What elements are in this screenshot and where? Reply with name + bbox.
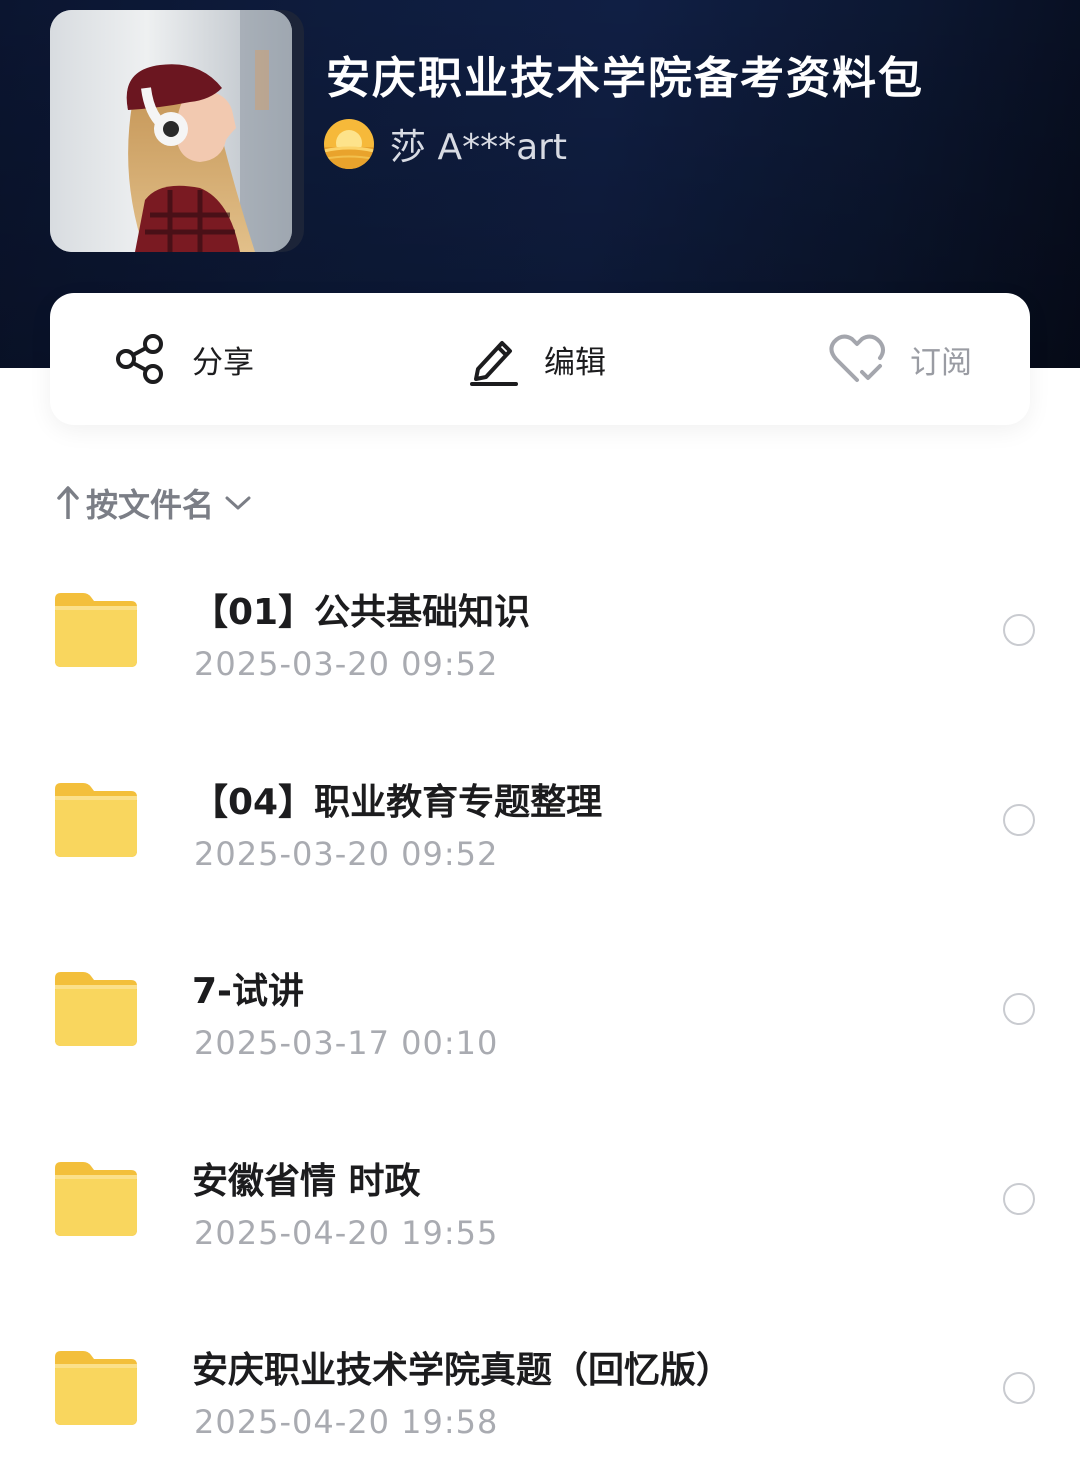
edit-label: 编辑 [544, 344, 606, 381]
chevron-down-icon [225, 496, 251, 510]
portrait-photo [50, 10, 292, 252]
select-radio[interactable] [1003, 1182, 1035, 1215]
select-radio[interactable] [1003, 993, 1035, 1026]
collection-cover-image[interactable] [50, 10, 292, 252]
action-bar: 分享 编辑 订阅 [50, 293, 1030, 425]
file-date: 2025-03-20 09:52 [194, 645, 499, 683]
folder-icon [55, 782, 137, 857]
file-row[interactable]: 【04】职业教育专题整理 2025-03-20 09:52 [0, 725, 1080, 915]
arrow-up-icon [57, 486, 79, 519]
share-icon [116, 334, 163, 384]
collection-title: 安庆职业技术学院备考资料包 [326, 53, 924, 104]
file-list: 【01】公共基础知识 2025-03-20 09:52 【04】职业教育专题整理… [0, 535, 1080, 1483]
file-date: 2025-03-20 09:52 [194, 834, 499, 873]
file-name: 7-试讲 [192, 971, 304, 1013]
file-row[interactable]: 安徽省情 时政 2025-04-20 19:55 [0, 1104, 1080, 1294]
folder-icon [55, 593, 137, 667]
file-date: 2025-03-17 00:10 [194, 1024, 499, 1063]
author-info[interactable]: 莎 A***art [324, 118, 567, 170]
sort-selector[interactable]: 按文件名 [56, 478, 252, 528]
sunset-avatar-icon [324, 119, 374, 169]
edit-button[interactable]: 编辑 [468, 293, 606, 425]
file-name: 【01】公共基础知识 [192, 592, 531, 633]
file-row[interactable]: 7-试讲 2025-03-17 00:10 [0, 914, 1080, 1104]
folder-icon [55, 1161, 137, 1236]
file-date: 2025-04-20 19:55 [194, 1213, 499, 1252]
heart-check-icon [829, 334, 885, 382]
file-row[interactable]: 【01】公共基础知识 2025-03-20 09:52 [0, 535, 1080, 725]
select-radio[interactable] [1003, 803, 1035, 836]
author-avatar[interactable] [324, 119, 374, 169]
file-row[interactable]: 安庆职业技术学院真题（回忆版） 2025-04-20 19:58 [0, 1293, 1080, 1483]
subscribe-button[interactable]: 订阅 [828, 293, 972, 425]
subscribe-label: 订阅 [910, 344, 972, 381]
file-name: 【04】职业教育专题整理 [192, 781, 603, 823]
file-name: 安庆职业技术学院真题（回忆版） [192, 1350, 733, 1392]
share-label: 分享 [192, 344, 254, 381]
pencil-icon [470, 341, 518, 386]
select-radio[interactable] [1003, 1372, 1035, 1405]
author-name[interactable]: 莎 A***art [390, 118, 567, 170]
sort-label: 按文件名 [86, 486, 215, 524]
share-button[interactable]: 分享 [112, 293, 254, 425]
file-date: 2025-04-20 19:58 [194, 1403, 499, 1442]
select-radio[interactable] [1003, 614, 1035, 646]
folder-icon [55, 972, 137, 1047]
file-name: 安徽省情 时政 [192, 1160, 421, 1202]
folder-icon [55, 1351, 137, 1426]
